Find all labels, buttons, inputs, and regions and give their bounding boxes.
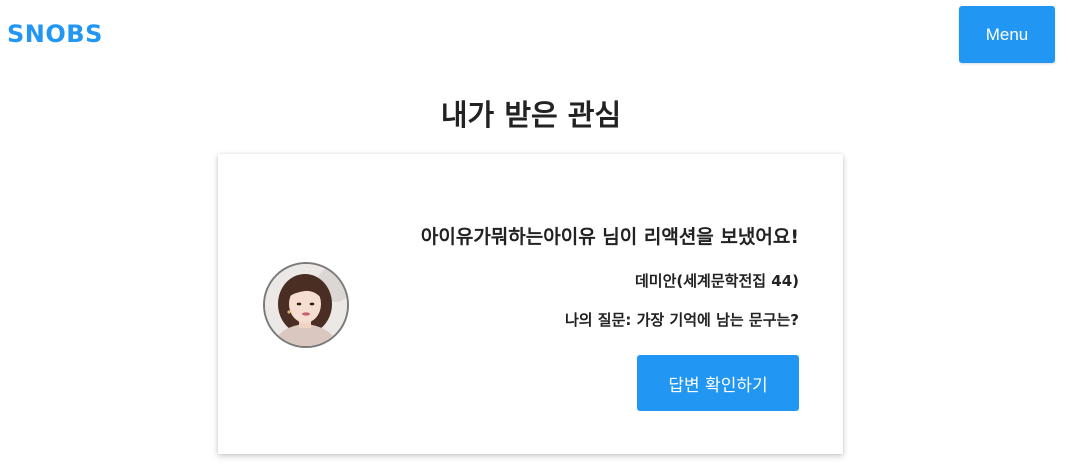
reaction-notification: 아이유가뭐하는아이유 님이 리액션을 보냈어요! (420, 226, 799, 248)
user-avatar-icon (265, 264, 347, 346)
reaction-card: 아이유가뭐하는아이유 님이 리액션을 보냈어요! 데미안(세계문학전집 44) … (218, 154, 843, 454)
check-answer-button[interactable]: 답변 확인하기 (637, 355, 799, 411)
book-title: 데미안(세계문학전집 44) (634, 272, 799, 290)
avatar (263, 262, 349, 348)
menu-button[interactable]: Menu (959, 6, 1055, 63)
logo[interactable]: SNOBS (7, 20, 103, 48)
my-question: 나의 질문: 가장 기억에 남는 문구는? (564, 311, 799, 329)
page-title: 내가 받은 관심 (440, 98, 622, 132)
